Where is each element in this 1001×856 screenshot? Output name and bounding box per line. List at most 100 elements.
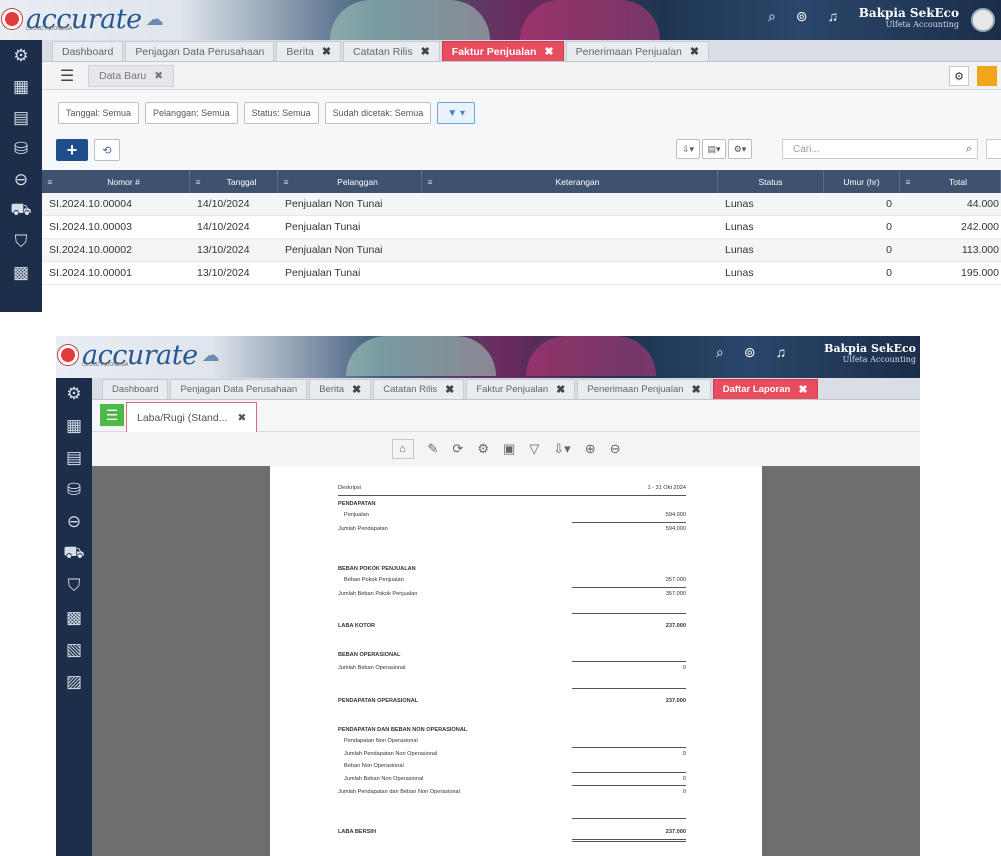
settings-icon[interactable]: ⚙ [56,378,92,410]
filter-date[interactable]: Tanggal: Semua [58,102,140,124]
column-header[interactable]: ≡ Total [900,170,1001,193]
tab-sales-receipt[interactable]: Penerimaan Penjualan ✖ [565,41,710,61]
search-icon[interactable]: ⌕ [768,8,776,25]
filter-printed[interactable]: Sudah dicetak: Semua [324,102,432,124]
purchase-icon[interactable]: ⊖ [0,164,42,195]
export-dropdown-icon[interactable]: ⇩▾ [676,139,700,159]
help-icon[interactable]: ⊚ [796,8,808,25]
column-header[interactable]: ≡ Nomor # [42,170,190,193]
filter-icon[interactable]: ▽ [529,441,539,457]
zoom-out-icon[interactable]: ⊖ [610,441,621,457]
table-row[interactable]: SI.2024.10.00003 14/10/2024 Penjualan Tu… [42,216,1001,239]
inventory-icon[interactable]: ▩ [0,257,42,288]
tab-news[interactable]: Berita ✖ [276,41,342,61]
list-menu-icon[interactable]: ☰ [100,404,124,426]
filter-funnel-icon[interactable]: ▼ ▾ [437,102,476,124]
subtab-new-data[interactable]: Data Baru ✖ [88,64,175,87]
close-icon[interactable]: ✖ [556,383,565,396]
column-header[interactable]: Status [718,170,824,193]
cart-icon[interactable]: ⛟ [56,538,92,570]
column-header[interactable]: Umur (hr) [824,170,900,193]
report-line[interactable]: BEBAN OPERASIONAL [338,649,686,661]
page-number-input[interactable]: ‹ [986,139,1001,159]
bell-icon[interactable]: ♫ [776,344,787,361]
table-row[interactable]: SI.2024.10.00004 14/10/2024 Penjualan No… [42,193,1001,216]
tab-sales-invoice[interactable]: Faktur Penjualan ✖ [441,41,564,61]
report-line[interactable]: Beban Pokok Penjualan 357.000 [338,574,686,586]
tab-release-notes[interactable]: Catatan Rilis ✖ [373,379,465,399]
tab-dashboard[interactable]: Dashboard [102,379,169,399]
tab-report-list[interactable]: Daftar Laporan ✖ [712,379,818,399]
search-icon[interactable]: ⌕ [966,143,972,156]
subtab-profit-loss[interactable]: Laba/Rugi (Stand... ✖ [126,402,258,432]
table-row[interactable]: SI.2024.10.00001 13/10/2024 Penjualan Tu… [42,262,1001,285]
zoom-in-icon[interactable]: ⊕ [585,441,596,457]
report-line[interactable]: Penjualan 594.000 [338,509,686,521]
options-dropdown-icon[interactable]: ⚙▾ [728,139,752,159]
tab-release-notes[interactable]: Catatan Rilis ✖ [343,41,440,61]
bell-icon[interactable]: ♫ [828,8,839,25]
tab-dashboard[interactable]: Dashboard [52,41,124,61]
search-input[interactable]: Cari... ⌕ [782,139,978,159]
report-icon[interactable]: ▧ [56,634,92,666]
list-menu-icon[interactable]: ☰ [54,65,80,87]
close-icon[interactable]: ✖ [421,45,430,58]
refresh-icon[interactable]: ⟲ [94,139,120,161]
purchase-icon[interactable]: ⊖ [56,506,92,538]
user-menu[interactable]: Bakpia SekEco Ulfeta Accounting [859,6,959,29]
tab-sales-receipt[interactable]: Penerimaan Penjualan ✖ [577,379,711,399]
print-dropdown-icon[interactable]: ▤▾ [702,139,726,159]
user-menu[interactable]: Bakpia SekEco Ulfeta Accounting [824,342,916,364]
column-header[interactable]: ≡ Pelanggan [278,170,422,193]
sales-icon[interactable]: ⛉ [56,570,92,602]
home-icon[interactable]: ⌂ [391,439,414,459]
column-header[interactable]: ≡ Tanggal [190,170,278,193]
report-line[interactable]: PENDAPATAN OPERASIONAL 237.000 [338,695,686,707]
close-icon[interactable]: ✖ [692,383,701,396]
close-icon[interactable]: ✖ [690,45,699,58]
cart-icon[interactable]: ⛟ [0,195,42,226]
report-line[interactable]: Jumlah Pendapatan Non Operasional 0 [338,748,686,760]
filter-status[interactable]: Status: Semua [243,102,319,124]
close-icon[interactable]: ✖ [237,412,246,424]
inventory-icon[interactable]: ▩ [56,602,92,634]
ledger-icon[interactable]: ▤ [56,442,92,474]
report-line[interactable]: Jumlah Beban Operasional 0 [338,662,686,674]
close-icon[interactable]: ✖ [445,383,454,396]
close-icon[interactable]: ✖ [352,383,361,396]
filter-customer[interactable]: Pelanggan: Semua [145,102,238,124]
sales-icon[interactable]: ⛉ [0,226,42,257]
bank-icon[interactable]: ⛁ [56,474,92,506]
close-icon[interactable]: ✖ [544,45,553,58]
gear-icon[interactable]: ⚙ [949,66,969,86]
tab-news[interactable]: Berita ✖ [309,379,372,399]
document-icon[interactable]: ▨ [56,666,92,698]
help-icon[interactable]: ⊚ [744,344,756,361]
save-icon[interactable]: ▣ [503,441,515,457]
report-line[interactable]: Jumlah Beban Pokok Penjualan 357.000 [338,588,686,600]
column-header[interactable]: ≡ Keterangan [422,170,718,193]
close-icon[interactable]: ✖ [154,70,163,82]
settings-icon[interactable]: ⚙ [0,40,42,71]
report-line[interactable]: Beban Non Operasional [338,760,686,772]
bank-icon[interactable]: ⛁ [0,133,42,164]
refresh-icon[interactable]: ⟳ [452,441,463,457]
report-line[interactable]: Jumlah Pendapatan 594.000 [338,523,686,535]
ledger-icon[interactable]: ▤ [0,102,42,133]
tab-company-data[interactable]: Penjagan Data Perusahaan [170,379,308,399]
export-icon[interactable]: ⇩▾ [553,441,570,457]
company-icon[interactable]: ▦ [56,410,92,442]
report-line[interactable]: Jumlah Beban Non Operasional 0 [338,773,686,785]
settings-icon[interactable]: ⚙ [477,441,489,457]
tab-company-data[interactable]: Penjagan Data Perusahaan [125,41,275,61]
report-line[interactable]: LABA KOTOR 237.000 [338,620,686,632]
search-icon[interactable]: ⌕ [716,344,724,361]
close-icon[interactable]: ✖ [798,383,807,396]
highlight-button[interactable] [977,66,997,86]
table-row[interactable]: SI.2024.10.00002 13/10/2024 Penjualan No… [42,239,1001,262]
report-line[interactable]: LABA BERSIH 237.000 [338,826,686,838]
edit-icon[interactable]: ✎ [428,441,439,457]
company-icon[interactable]: ▦ [0,71,42,102]
report-line[interactable]: Pendapatan Non Operasional [338,735,686,747]
tab-sales-invoice[interactable]: Faktur Penjualan ✖ [466,379,576,399]
